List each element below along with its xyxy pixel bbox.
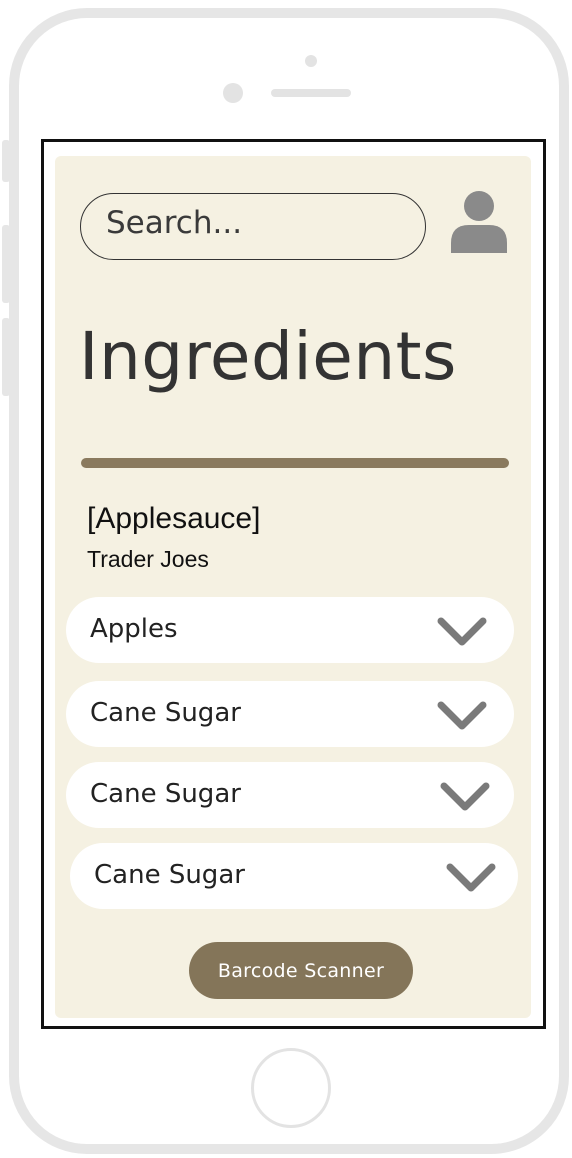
ingredient-row[interactable]: Cane Sugar bbox=[70, 843, 518, 909]
front-camera bbox=[223, 83, 243, 103]
app-container: Search... Ingredients [Applesauce] Trade… bbox=[55, 156, 531, 1018]
page-title: Ingredients bbox=[79, 318, 457, 395]
ingredient-label: Cane Sugar bbox=[90, 698, 241, 728]
ingredient-label: Cane Sugar bbox=[90, 779, 241, 809]
product-name: [Applesauce] bbox=[87, 502, 261, 535]
product-store: Trader Joes bbox=[87, 546, 209, 572]
earpiece-speaker bbox=[271, 89, 351, 97]
ingredient-label: Cane Sugar bbox=[94, 860, 245, 890]
chevron-down-icon[interactable] bbox=[446, 863, 496, 893]
ingredient-row[interactable]: Cane Sugar bbox=[66, 681, 514, 747]
user-avatar-icon[interactable] bbox=[449, 191, 509, 253]
divider bbox=[81, 458, 509, 468]
ingredient-row[interactable]: Cane Sugar bbox=[66, 762, 514, 828]
chevron-down-icon[interactable] bbox=[437, 701, 487, 731]
screen: Search... Ingredients [Applesauce] Trade… bbox=[41, 139, 546, 1029]
ingredient-row[interactable]: Apples bbox=[66, 597, 514, 663]
home-button[interactable] bbox=[251, 1048, 331, 1128]
ingredient-label: Apples bbox=[90, 614, 178, 644]
search-input[interactable]: Search... bbox=[80, 193, 426, 260]
barcode-scanner-button[interactable]: Barcode Scanner bbox=[189, 942, 413, 999]
chevron-down-icon[interactable] bbox=[437, 617, 487, 647]
front-sensor bbox=[305, 55, 317, 67]
mute-switch bbox=[2, 140, 10, 182]
chevron-down-icon[interactable] bbox=[440, 782, 490, 812]
volume-down-button bbox=[2, 318, 10, 396]
search-placeholder: Search... bbox=[106, 205, 243, 241]
volume-up-button bbox=[2, 225, 10, 303]
